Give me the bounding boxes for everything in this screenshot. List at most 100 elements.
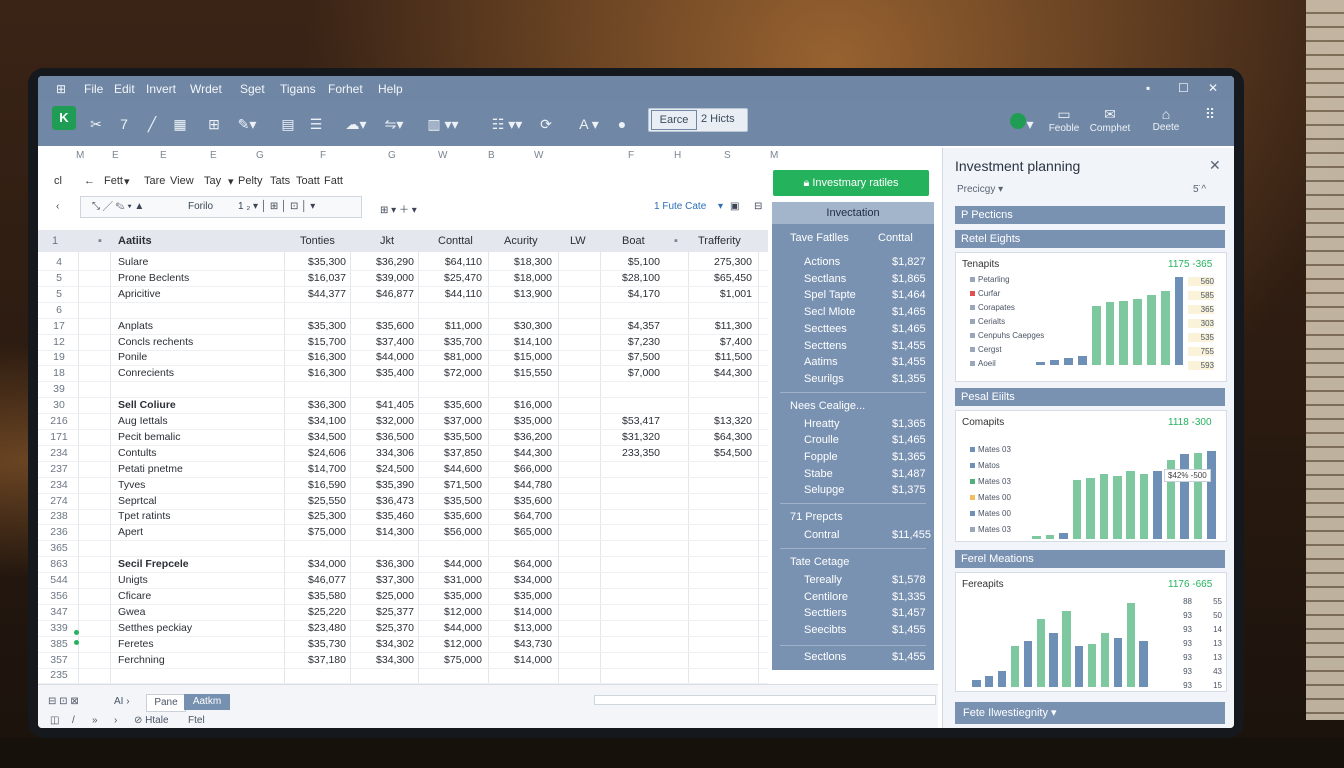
italic-icon[interactable]: 7 (114, 112, 134, 136)
row-number[interactable]: 347 (46, 606, 72, 618)
row-number[interactable]: 357 (46, 654, 72, 666)
table-cell[interactable]: $65,000 (492, 526, 552, 538)
table-cell[interactable]: $25,000 (354, 590, 414, 602)
formula-item[interactable]: View (170, 175, 194, 187)
table-cell[interactable]: $44,600 (422, 463, 482, 475)
table-cell[interactable]: $32,000 (354, 415, 414, 427)
row-number[interactable]: 235 (46, 669, 72, 681)
table-cell[interactable]: $53,417 (600, 415, 660, 427)
table-cell[interactable]: $7,500 (600, 351, 660, 363)
summary-label[interactable]: Contral (804, 529, 839, 541)
table-cell[interactable]: $25,377 (354, 606, 414, 618)
table-cell[interactable]: $25,370 (354, 622, 414, 634)
table-cell[interactable]: $18,000 (492, 272, 552, 284)
table-cell[interactable]: $44,000 (422, 558, 482, 570)
sheet-tab-pane[interactable]: Pane (146, 694, 186, 712)
table-cell[interactable]: $12,000 (422, 606, 482, 618)
header-cell[interactable]: Acurity (504, 235, 538, 247)
table-cell[interactable]: $44,000 (422, 622, 482, 634)
row-label[interactable]: Unigts (118, 574, 148, 586)
table-cell[interactable]: $12,000 (422, 638, 482, 650)
menu-sget[interactable]: Sget (240, 82, 265, 96)
table-cell[interactable]: $46,877 (354, 288, 414, 300)
table-cell[interactable]: $36,500 (354, 431, 414, 443)
row-number[interactable]: 171 (46, 431, 72, 443)
table-row[interactable]: 235 (38, 667, 768, 685)
row-number[interactable]: 356 (46, 590, 72, 602)
refresh-icon[interactable]: ⟳ (536, 112, 556, 136)
formula-item[interactable]: Fett (104, 175, 123, 187)
table-cell[interactable]: $34,302 (354, 638, 414, 650)
table-cell[interactable]: 275,300 (692, 256, 752, 268)
formula-item[interactable]: ← (84, 175, 95, 187)
header-cell[interactable]: Aatiits (118, 235, 152, 247)
table-cell[interactable]: $31,320 (600, 431, 660, 443)
table-cell[interactable]: $14,700 (286, 463, 346, 475)
cut-icon[interactable]: ✂ (86, 112, 106, 136)
table-cell[interactable]: $64,000 (492, 558, 552, 570)
table-cell[interactable]: $14,300 (354, 526, 414, 538)
collapse-icon[interactable]: ‹ (56, 201, 59, 212)
menu-edit[interactable]: Edit (114, 82, 135, 96)
table-row[interactable]: 30 Sell Coliure $36,300 $41,405 $35,600 $16,0… (38, 397, 768, 415)
menu-view[interactable]: Wrdet (190, 82, 222, 96)
row-label[interactable]: Sulare (118, 256, 148, 268)
row-label[interactable]: Ferchning (118, 654, 165, 666)
row-label[interactable]: Contults (118, 447, 157, 459)
table-cell[interactable]: $35,460 (354, 510, 414, 522)
row-label[interactable]: Sell Coliure (118, 399, 176, 411)
table-cell[interactable]: $35,000 (492, 590, 552, 602)
lock-icon[interactable]: ⊟ (754, 201, 762, 212)
filter-icons[interactable]: ⊞ ▾ ＋ ▾ (380, 201, 417, 216)
section-pesal-eiilts[interactable]: Pesal Eiilts (955, 388, 1225, 406)
bottom-icon[interactable]: › (114, 715, 117, 726)
feoble-tool[interactable]: ▭ Feoble (1042, 106, 1086, 134)
table-row[interactable]: 18 Conrecients $16,300 $35,400 $72,000 $15,55… (38, 365, 768, 383)
table-cell[interactable]: $35,000 (422, 590, 482, 602)
spreadsheet-grid[interactable]: 1 ▪ Aatiits Tonties Jkt Conttal Acurity … (38, 226, 768, 686)
column-letter[interactable]: W (438, 150, 447, 161)
row-number[interactable]: 236 (46, 526, 72, 538)
table-cell[interactable]: $15,700 (286, 336, 346, 348)
font-dropdown-icon[interactable]: A ▾ (572, 112, 606, 136)
bottom-icon[interactable]: / (72, 715, 75, 726)
table-row[interactable]: 5 Apricitive $44,377 $46,877 $44,110 $13,900 $… (38, 286, 768, 303)
tool-icons[interactable]: ⤡ ╱ ✎ ▾ ▲ (92, 201, 144, 212)
column-letter[interactable]: F (628, 150, 634, 161)
filter-icon[interactable]: ▪ (674, 235, 678, 247)
row-number[interactable]: 4 (46, 256, 72, 268)
table-cell[interactable]: $36,290 (354, 256, 414, 268)
row-label[interactable]: Gwea (118, 606, 145, 618)
minimize-icon[interactable]: ▪ (1146, 81, 1150, 95)
column-letter[interactable]: E (210, 150, 217, 161)
link-dropdown-icon[interactable]: ⇋▾ (378, 112, 410, 136)
menu-insert[interactable]: Invert (146, 82, 176, 96)
row-number[interactable]: 339 (46, 622, 72, 634)
row-label[interactable]: Feretes (118, 638, 154, 650)
table-cell[interactable]: $5,100 (600, 256, 660, 268)
table-row[interactable]: 863 Secil Frepcele $34,000 $36,300 $44,000 $6… (38, 556, 768, 574)
summary-label[interactable]: Seurilgs (804, 373, 844, 385)
table-cell[interactable]: $11,300 (692, 320, 752, 332)
table-cell[interactable]: $1,001 (692, 288, 752, 300)
precicgy-dropdown[interactable]: Precicgy ▾ (957, 184, 1003, 195)
column-letter[interactable]: M (76, 150, 84, 161)
table-cell[interactable]: $35,400 (354, 367, 414, 379)
table-cell[interactable]: $13,900 (492, 288, 552, 300)
summary-label[interactable]: Actions (804, 256, 840, 268)
draw-icon[interactable]: ╱ (142, 112, 162, 136)
list-dropdown-icon[interactable]: ☷ ▾▾ (484, 112, 530, 136)
summary-label[interactable]: Secttees (804, 323, 847, 335)
column-letter[interactable]: F (320, 150, 326, 161)
table-cell[interactable]: $35,390 (354, 479, 414, 491)
ftel-button[interactable]: Ftel (188, 715, 205, 726)
table-cell[interactable]: $71,500 (422, 479, 482, 491)
table-cell[interactable]: $75,000 (286, 526, 346, 538)
table-row[interactable]: 19 Ponile $16,300 $44,000 $81,000 $15,000 $7,5… (38, 349, 768, 367)
table-cell[interactable]: $16,300 (286, 351, 346, 363)
table-row[interactable]: 236 Apert $75,000 $14,300 $56,000 $65,000 (38, 524, 768, 542)
summary-label[interactable]: Seecibts (804, 624, 846, 636)
row-number[interactable]: 385 (46, 638, 72, 650)
table-cell[interactable]: $36,300 (354, 558, 414, 570)
chart-dropdown-icon[interactable]: ▥ ▾▾ (420, 112, 466, 136)
